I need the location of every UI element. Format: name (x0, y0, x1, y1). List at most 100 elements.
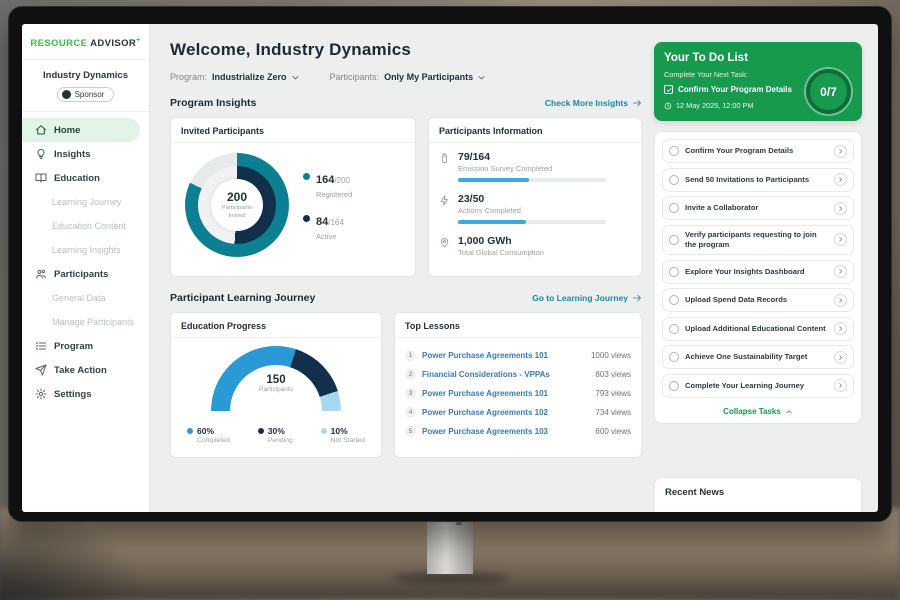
task-checkbox[interactable] (669, 267, 679, 277)
top-lessons-card: Top Lessons 1 Power Purchase Agreements … (394, 312, 642, 458)
task-checkbox[interactable] (669, 175, 679, 185)
sidebar-item-label: Education Content (52, 221, 126, 231)
todo-task-row[interactable]: Confirm Your Program Details (662, 139, 854, 163)
program-filter-value: Industrialize Zero (212, 72, 287, 82)
brand-part1: RESOURCE (30, 38, 87, 49)
sidebar-item-label: Learning Insights (52, 245, 121, 255)
task-open-button[interactable] (834, 322, 847, 335)
sponsor-badge[interactable]: Sponsor (57, 87, 115, 102)
lesson-views: 734 views (595, 408, 631, 417)
sidebar-item-label: Insights (54, 149, 90, 160)
recent-news-title: Recent News (665, 487, 724, 498)
checkbox-icon (664, 85, 673, 94)
chevron-up-icon (785, 408, 793, 416)
task-open-button[interactable] (834, 145, 847, 158)
task-open-button[interactable] (834, 173, 847, 186)
program-filter-label: Program: (170, 72, 207, 82)
sidebar-item-learning-insights[interactable]: Learning Insights (22, 238, 149, 262)
sidebar-item-education-content[interactable]: Education Content (22, 214, 149, 238)
sidebar-item-label: Program (54, 341, 93, 352)
stat-value: 1,000 GWh (458, 235, 544, 247)
progress-bar-fill (458, 178, 529, 182)
progress-bar-track (458, 220, 606, 224)
task-label: Upload Additional Educational Content (685, 324, 828, 334)
sidebar-item-settings[interactable]: Settings (22, 382, 149, 406)
task-open-button[interactable] (834, 294, 847, 307)
lesson-rank: 2 (405, 369, 416, 380)
todo-task-row[interactable]: Explore Your Insights Dashboard (662, 260, 854, 284)
brand-part2: ADVISOR (90, 38, 136, 49)
invited-donut-center: 200 Participants Invited (211, 179, 263, 231)
check-more-insights-link[interactable]: Check More Insights (545, 98, 642, 108)
invited-total-label: Participants Invited (216, 205, 258, 219)
sidebar-item-program[interactable]: Program (22, 334, 149, 358)
legend-label: Pending (268, 437, 293, 444)
sidebar-item-participants[interactable]: Participants (22, 262, 149, 286)
sidebar-item-label: Learning Journey (52, 197, 122, 207)
sidebar-item-education[interactable]: Education (22, 166, 149, 190)
sidebar-item-general-data[interactable]: General Data (22, 286, 149, 310)
todo-task-row[interactable]: Verify participants requesting to join t… (662, 225, 854, 256)
collapse-tasks-label: Collapse Tasks (723, 407, 781, 416)
legend-value: 84 (316, 216, 328, 228)
link-label: Go to Learning Journey (532, 293, 628, 303)
sidebar-divider (22, 111, 149, 112)
program-filter[interactable]: Program: Industrialize Zero (170, 72, 300, 82)
lesson-link[interactable]: Power Purchase Agreements 101 (422, 389, 548, 398)
legend-dot (321, 428, 327, 434)
collapse-tasks-button[interactable]: Collapse Tasks (662, 402, 854, 420)
program-insights-heading: Program Insights (170, 97, 256, 109)
task-checkbox[interactable] (669, 352, 679, 362)
todo-next-task[interactable]: Confirm Your Program Details (664, 85, 806, 94)
people-icon (35, 268, 47, 280)
task-open-button[interactable] (834, 379, 847, 392)
lesson-link[interactable]: Power Purchase Agreements 101 (422, 351, 548, 360)
sidebar-item-learning-journey[interactable]: Learning Journey (22, 190, 149, 214)
stat-value: 79/164 (458, 151, 606, 163)
task-open-button[interactable] (834, 351, 847, 364)
sidebar-item-label: General Data (52, 293, 106, 303)
todo-task-row[interactable]: Send 50 Invitations to Participants (662, 168, 854, 192)
task-open-button[interactable] (834, 202, 847, 215)
sidebar-item-manage-participants[interactable]: Manage Participants (22, 310, 149, 334)
go-to-learning-journey-link[interactable]: Go to Learning Journey (532, 293, 642, 303)
task-checkbox[interactable] (669, 235, 679, 245)
sidebar-item-home[interactable]: Home (22, 118, 140, 142)
task-checkbox[interactable] (669, 146, 679, 156)
task-checkbox[interactable] (669, 203, 679, 213)
todo-task-row[interactable]: Achieve One Sustainability Target (662, 345, 854, 369)
lesson-row: 5 Power Purchase Agreements 103 600 view… (405, 422, 631, 441)
task-checkbox[interactable] (669, 324, 679, 334)
task-checkbox[interactable] (669, 295, 679, 305)
legend-dot (187, 428, 193, 434)
task-open-button[interactable] (834, 265, 847, 278)
task-open-button[interactable] (834, 233, 847, 246)
chevron-right-icon (837, 354, 844, 361)
sidebar-item-label: Home (54, 125, 80, 136)
stat-label: Emission Survey Completed (458, 164, 606, 173)
sidebar-item-insights[interactable]: Insights (22, 142, 149, 166)
legend-item: 84/164 Active (303, 212, 352, 241)
todo-tasks-card: Confirm Your Program Details Send 50 Inv… (654, 131, 862, 424)
stat-row: 23/50 Actions Completed (439, 193, 631, 224)
sponsor-icon (62, 90, 71, 99)
task-checkbox[interactable] (669, 381, 679, 391)
todo-task-row[interactable]: Upload Spend Data Records (662, 288, 854, 312)
sidebar-item-take-action[interactable]: Take Action (22, 358, 149, 382)
filter-bar: Program: Industrialize Zero Participants… (170, 72, 642, 82)
todo-task-row[interactable]: Complete Your Learning Journey (662, 374, 854, 398)
lesson-link[interactable]: Power Purchase Agreements 102 (422, 408, 548, 417)
todo-task-row[interactable]: Invite a Collaborator (662, 196, 854, 220)
chevron-right-icon (837, 382, 844, 389)
lesson-link[interactable]: Financial Considerations - VPPAs (422, 370, 550, 379)
bolt-icon (439, 195, 450, 206)
program-insights-section-head: Program Insights Check More Insights (170, 97, 642, 109)
page-title: Welcome, Industry Dynamics (170, 40, 642, 60)
stat-label: Total Global Consumption (458, 248, 544, 257)
stat-row: 79/164 Emission Survey Completed (439, 151, 631, 182)
card-title: Participants Information (429, 118, 641, 143)
todo-task-row[interactable]: Upload Additional Educational Content (662, 317, 854, 341)
lesson-link[interactable]: Power Purchase Agreements 103 (422, 427, 548, 436)
chevron-down-icon (291, 73, 300, 82)
participants-filter[interactable]: Participants: Only My Participants (330, 72, 487, 82)
